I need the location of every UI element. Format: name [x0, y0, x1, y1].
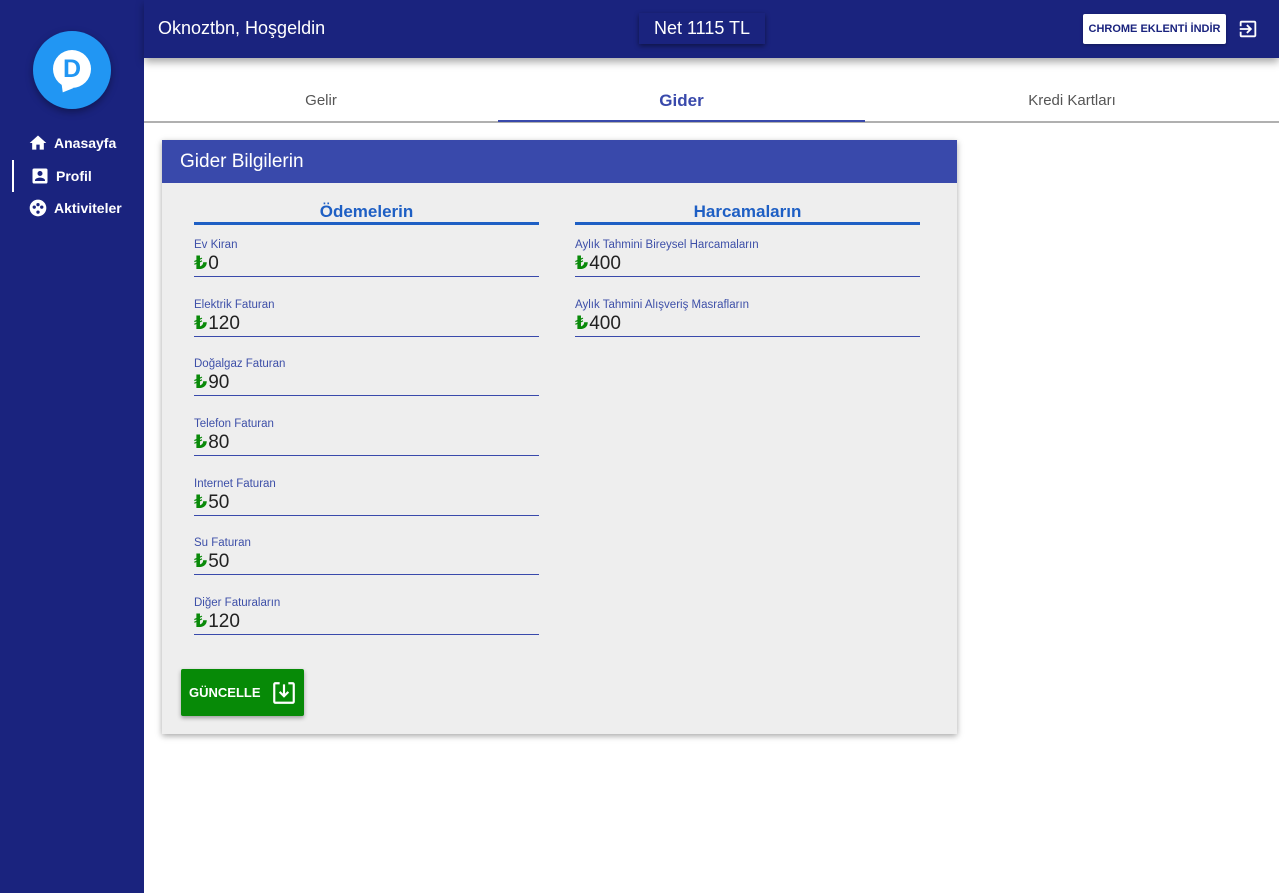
- greeting-text: Oknoztbn, Hoşgeldin: [158, 18, 326, 38]
- field-label: Doğalgaz Faturan: [194, 358, 286, 370]
- field-value: 80: [208, 432, 230, 453]
- lira-icon: ₺: [194, 551, 208, 572]
- field-label: Diğer Faturaların: [194, 597, 281, 609]
- app-logo[interactable]: D: [33, 31, 111, 109]
- field-input[interactable]: ₺ 120: [194, 611, 539, 635]
- lira-icon: ₺: [575, 253, 589, 274]
- su-faturan-field[interactable]: Su Faturan ₺ 50: [194, 537, 539, 575]
- field-input[interactable]: ₺ 50: [194, 551, 539, 575]
- top-header: Oknoztbn, Hoşgeldin Net 1115 TL CHROME E…: [144, 0, 1279, 58]
- field-value: 120: [208, 611, 240, 632]
- lira-icon: ₺: [194, 313, 208, 334]
- sidebar-item-label: Anasayfa: [54, 135, 117, 151]
- field-input[interactable]: ₺ 400: [575, 313, 920, 337]
- download-icon: [272, 681, 295, 704]
- sidebar-item-aktiviteler[interactable]: Aktiviteler: [28, 196, 122, 220]
- ev-kiran-field[interactable]: Ev Kiran ₺ 0: [194, 239, 539, 277]
- active-tab-indicator: [498, 120, 865, 122]
- sidebar-item-anasayfa[interactable]: Anasayfa: [28, 131, 116, 155]
- field-input[interactable]: ₺ 120: [194, 313, 539, 337]
- logo-letter: D: [62, 55, 82, 83]
- profile-icon: [32, 168, 48, 184]
- field-input[interactable]: ₺ 90: [194, 372, 539, 396]
- field-input[interactable]: ₺ 50: [194, 492, 539, 516]
- column-divider: [575, 222, 920, 225]
- field-value: 0: [208, 253, 219, 274]
- field-input[interactable]: ₺ 0: [194, 253, 539, 277]
- sidebar-item-profil[interactable]: Profil: [30, 164, 92, 188]
- field-label: Internet Faturan: [194, 478, 276, 490]
- activity-icon: [29, 199, 47, 217]
- logo-bubble: D: [53, 50, 91, 88]
- tab-kredi-kartlari[interactable]: Kredi Kartları: [865, 79, 1279, 123]
- field-value: 120: [208, 313, 240, 334]
- diger-faturalarin-field[interactable]: Diğer Faturaların ₺ 120: [194, 597, 539, 635]
- lira-icon: ₺: [194, 611, 208, 632]
- field-input[interactable]: ₺ 400: [575, 253, 920, 277]
- chrome-extension-download-button[interactable]: CHROME EKLENTİ İNDİR: [1083, 14, 1226, 44]
- payments-column: Ödemelerin: [194, 202, 539, 225]
- lira-icon: ₺: [194, 492, 208, 513]
- column-divider: [194, 222, 539, 225]
- field-value: 50: [208, 492, 230, 513]
- elektrik-faturan-field[interactable]: Elektrik Faturan ₺ 120: [194, 299, 539, 337]
- internet-faturan-field[interactable]: Internet Faturan ₺ 50: [194, 478, 539, 516]
- lira-icon: ₺: [194, 372, 208, 393]
- field-label: Aylık Tahmini Bireysel Harcamaların: [575, 239, 759, 251]
- tab-bar: Gelir Gider Kredi Kartları: [144, 79, 1279, 123]
- sidebar: D Anasayfa Profil Aktiviteler: [0, 0, 144, 893]
- field-input[interactable]: ₺ 80: [194, 432, 539, 456]
- field-label: Su Faturan: [194, 537, 251, 549]
- lira-icon: ₺: [194, 253, 208, 274]
- sidebar-item-label: Aktiviteler: [54, 200, 122, 216]
- tab-gelir[interactable]: Gelir: [144, 79, 498, 123]
- tab-gider[interactable]: Gider: [498, 79, 865, 123]
- field-value: 400: [589, 313, 621, 334]
- field-label: Telefon Faturan: [194, 418, 274, 430]
- field-value: 400: [589, 253, 621, 274]
- expense-card: Gider Bilgilerin Ödemelerin Ev Kiran ₺ 0 …: [162, 140, 957, 734]
- nav-active-indicator: [12, 160, 14, 192]
- dogalgaz-faturan-field[interactable]: Doğalgaz Faturan ₺ 90: [194, 358, 539, 396]
- spending-title: Harcamaların: [693, 202, 802, 221]
- field-label: Elektrik Faturan: [194, 299, 275, 311]
- update-button-label: GÜNCELLE: [189, 685, 261, 700]
- payments-title: Ödemelerin: [319, 202, 414, 221]
- bireysel-harcama-field[interactable]: Aylık Tahmini Bireysel Harcamaların ₺ 400: [575, 239, 920, 277]
- lira-icon: ₺: [575, 313, 589, 334]
- field-value: 90: [208, 372, 230, 393]
- field-label: Ev Kiran: [194, 239, 238, 251]
- net-balance-badge: Net 1115 TL: [639, 13, 765, 44]
- alisveris-masraf-field[interactable]: Aylık Tahmini Alışveriş Masrafların ₺ 400: [575, 299, 920, 337]
- telefon-faturan-field[interactable]: Telefon Faturan ₺ 80: [194, 418, 539, 456]
- home-icon: [29, 135, 47, 150]
- lira-icon: ₺: [194, 432, 208, 453]
- update-button[interactable]: GÜNCELLE: [181, 669, 304, 716]
- sidebar-item-label: Profil: [56, 168, 92, 184]
- spending-column: Harcamaların: [575, 202, 920, 225]
- field-value: 50: [208, 551, 230, 572]
- field-label: Aylık Tahmini Alışveriş Masrafların: [575, 299, 750, 311]
- logout-icon[interactable]: [1237, 18, 1259, 40]
- card-title: Gider Bilgilerin: [162, 140, 957, 183]
